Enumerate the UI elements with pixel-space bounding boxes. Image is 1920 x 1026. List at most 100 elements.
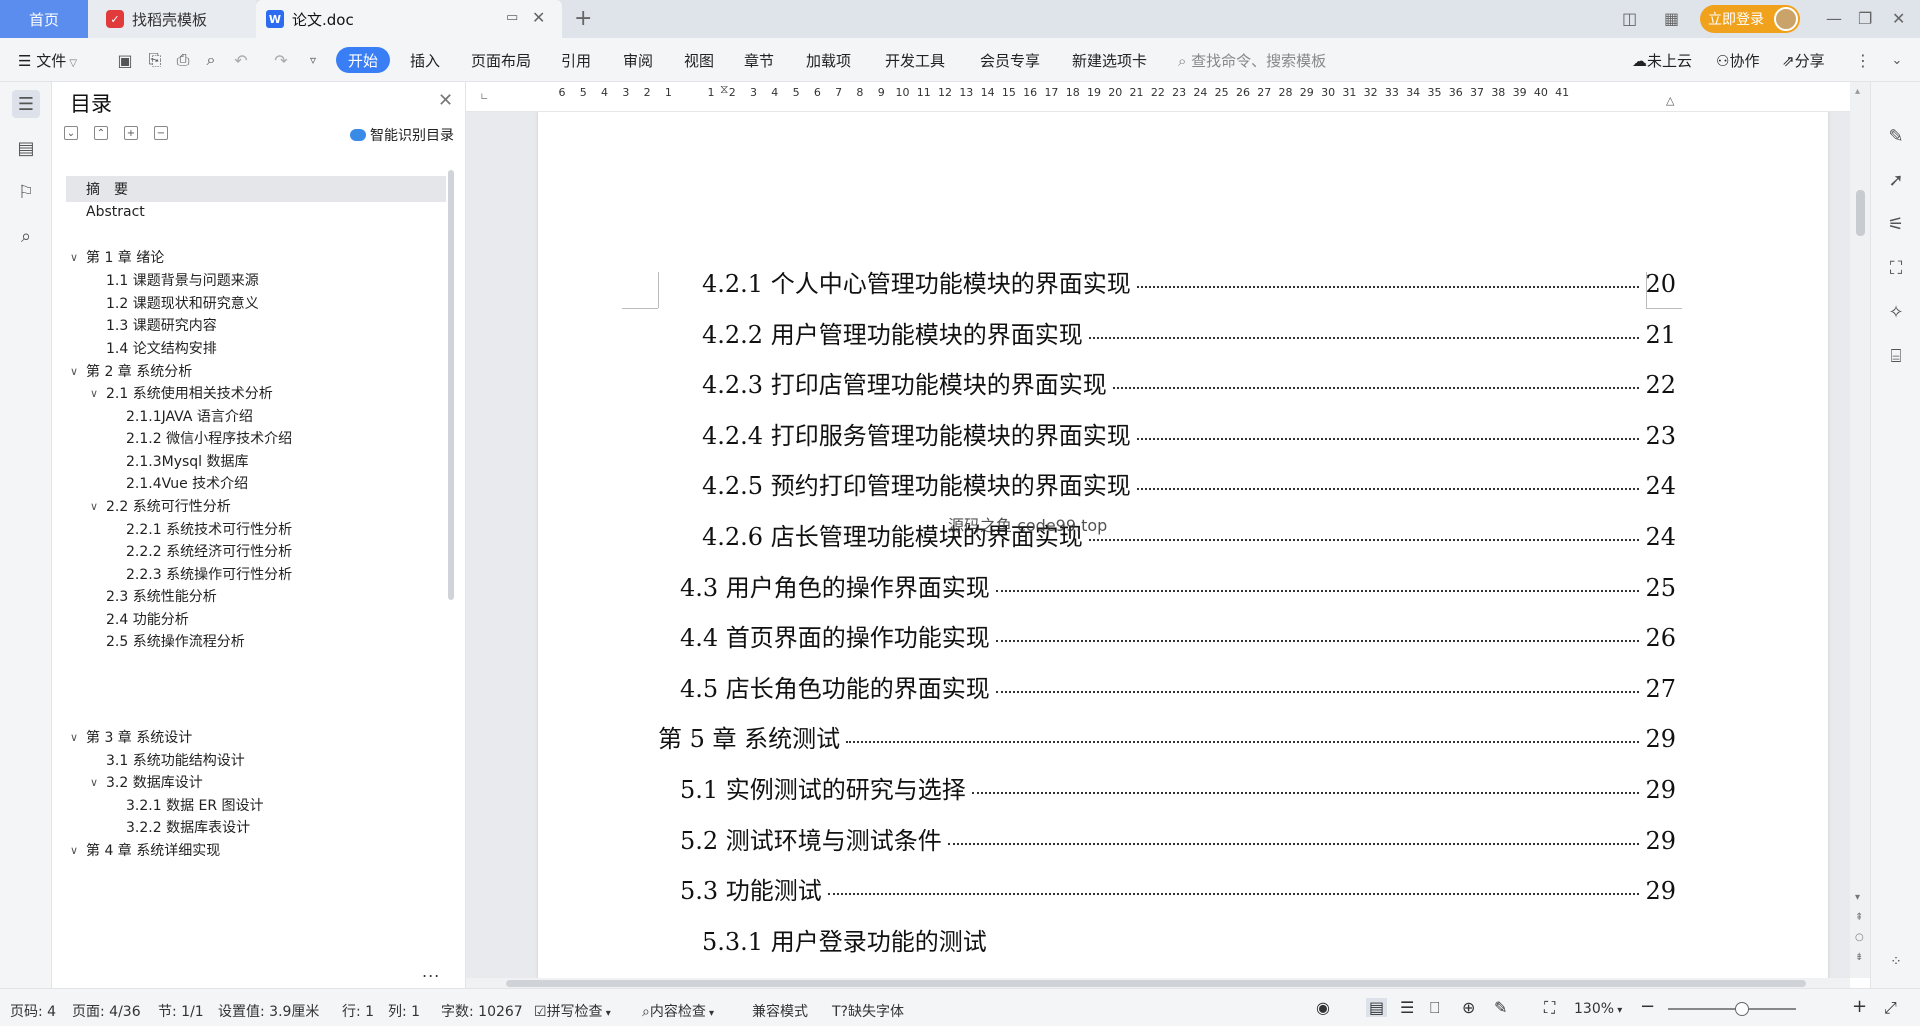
document-page[interactable]: 4.2.1 个人中心管理功能模块的界面实现 20 4.2.2 用户管理功能模块的界面… <box>538 112 1828 978</box>
menu-tab-addins[interactable]: 加载项 <box>806 50 851 71</box>
eye-protection-icon[interactable]: ◉ <box>1316 998 1330 1017</box>
close-window-icon[interactable]: ✕ <box>1892 9 1905 28</box>
menu-tab-review[interactable]: 审阅 <box>623 50 653 71</box>
doc-toc-line[interactable]: 4.5 店长角色功能的界面实现 27 <box>680 669 1676 704</box>
zoom-slider[interactable] <box>1668 1002 1796 1016</box>
bookmark-icon[interactable]: ⚐ <box>12 178 40 206</box>
doc-toc-line[interactable]: 4.3 用户角色的操作界面实现 25 <box>680 568 1676 603</box>
collapse-ribbon-icon[interactable]: ⌄ <box>1886 49 1908 71</box>
cloud-status[interactable]: ☁未上云 <box>1632 50 1692 71</box>
menu-tab-insert[interactable]: 插入 <box>410 50 440 71</box>
smart-toc-button[interactable]: 智能识别目录 <box>350 125 454 145</box>
menu-tab-view[interactable]: 视图 <box>684 50 714 71</box>
login-button[interactable]: 立即登录 <box>1700 5 1800 33</box>
horizontal-ruler[interactable]: ∟ 6 5 4 3 2 1 1 2 3 4 5 6 7 8 9 10 11 12 13 14 15 16 17 18 19 20 2… <box>466 82 1850 112</box>
read-view-icon[interactable]: ⎕ <box>1430 998 1440 1018</box>
select-cursor-icon[interactable]: ➚ <box>1882 166 1910 194</box>
menu-tab-new-tab[interactable]: 新建选项卡 <box>1072 50 1147 71</box>
customize-quick-access-icon[interactable]: ▿ <box>302 49 324 71</box>
menu-tab-start[interactable]: 开始 <box>336 47 390 73</box>
page-view-icon[interactable]: ▤ <box>1366 998 1388 1017</box>
remove-heading-icon[interactable]: − <box>154 126 168 140</box>
doc-toc-line[interactable]: 4.2.4 打印服务管理功能模块的界面实现 23 <box>702 416 1676 451</box>
doc-toc-line[interactable]: 5.2 测试环境与测试条件 29 <box>680 821 1676 856</box>
adjust-icon[interactable]: ⚟ <box>1882 210 1910 238</box>
redo-icon[interactable]: ↷ <box>270 49 292 71</box>
new-tab-icon[interactable]: + <box>574 6 592 31</box>
write-mode-icon[interactable]: ✎ <box>1494 998 1507 1017</box>
export-pdf-icon[interactable]: ⎘ <box>144 49 166 71</box>
horizontal-scrollbar[interactable] <box>466 978 1850 988</box>
doc-toc-line[interactable]: 5.3 功能测试 29 <box>680 871 1676 906</box>
zoom-out-icon[interactable]: − <box>1640 996 1655 1017</box>
expand-all-icon[interactable]: ⌃ <box>94 126 108 140</box>
tab-home[interactable]: 首页 <box>0 0 88 38</box>
chevron-down-icon[interactable]: ∨ <box>86 776 102 789</box>
toc-nav-icon[interactable]: ☰ <box>12 90 40 118</box>
vertical-scroll-thumb[interactable] <box>1856 190 1865 236</box>
doc-toc-line[interactable]: 4.2.2 用户管理功能模块的界面实现 21 <box>702 315 1676 350</box>
print-preview-icon[interactable]: ⌕ <box>200 49 222 71</box>
share-button[interactable]: ⇗分享 <box>1782 50 1825 71</box>
menu-tab-page-layout[interactable]: 页面布局 <box>471 50 531 71</box>
toc-more-button[interactable]: ... <box>422 962 440 981</box>
prev-page-icon[interactable]: ⇞ <box>1855 912 1863 923</box>
doc-toc-line[interactable]: 4.2.3 打印店管理功能模块的界面实现 22 <box>702 365 1676 400</box>
doc-toc-line[interactable]: 5.1 实例测试的研究与选择 29 <box>680 770 1676 805</box>
print-icon[interactable]: ⎙ <box>172 49 194 71</box>
menu-tab-member[interactable]: 会员专享 <box>980 50 1040 71</box>
outline-view-icon[interactable]: ☰ <box>1400 998 1414 1017</box>
toc-item[interactable]: 2.5 系统操作流程分析 <box>66 628 446 654</box>
doc-toc-line[interactable]: 4.4 首页界面的操作功能实现 26 <box>680 618 1676 653</box>
doc-toc-line[interactable]: 4.2.5 预约打印管理功能模块的界面实现 24 <box>702 466 1676 501</box>
more-tools-icon[interactable]: ⁘ <box>1882 948 1910 976</box>
tab-document[interactable]: W 论文.doc ▭ ✕ <box>256 0 562 38</box>
more-options-icon[interactable]: ⋮ <box>1852 49 1874 71</box>
zoom-slider-thumb[interactable] <box>1735 1002 1750 1016</box>
horizontal-scroll-thumb[interactable] <box>506 980 1806 987</box>
find-icon[interactable]: ⌕ <box>12 222 40 250</box>
menu-tab-developer[interactable]: 开发工具 <box>885 50 945 71</box>
pin-icon[interactable]: ▭ <box>506 10 518 25</box>
zoom-in-icon[interactable]: + <box>1852 996 1867 1017</box>
select-browse-icon[interactable]: ○ <box>1855 932 1864 943</box>
chevron-down-icon[interactable]: ∨ <box>86 500 102 513</box>
chevron-down-icon[interactable]: ∨ <box>66 731 82 744</box>
vertical-scrollbar[interactable]: ▴ ▾ ⇞ ○ ⇟ <box>1850 82 1870 978</box>
chevron-down-icon[interactable]: ∨ <box>66 365 82 378</box>
fit-page-icon[interactable]: ⛶ <box>1544 998 1555 1018</box>
file-menu[interactable]: ☰ 文件 ▽ <box>18 50 77 71</box>
read-mode-icon[interactable]: ⌸ <box>1882 342 1910 370</box>
minimize-icon[interactable]: — <box>1826 9 1842 28</box>
next-page-icon[interactable]: ⇟ <box>1855 952 1863 963</box>
collaborate-button[interactable]: ⚇协作 <box>1716 50 1759 71</box>
edit-pen-icon[interactable]: ✎ <box>1882 122 1910 150</box>
save-icon[interactable]: ▣ <box>114 49 136 71</box>
page-count[interactable]: 页面: 4/36 <box>72 1001 141 1021</box>
toc-item[interactable]: ∨ 第 4 章 系统详细实现 <box>66 837 446 863</box>
fullscreen-icon[interactable]: ⤢ <box>1884 998 1897 1018</box>
spell-check[interactable]: ☑拼写检查 ▾ <box>534 1001 611 1021</box>
doc-toc-line[interactable]: 第 5 章 系统测试 29 <box>658 719 1676 754</box>
tab-stop-icon[interactable]: ∟ <box>480 92 488 103</box>
doc-toc-line[interactable]: 5.3.1 用户登录功能的测试 <box>702 922 1676 957</box>
ai-assist-icon[interactable]: ✧ <box>1882 298 1910 326</box>
chapter-nav-icon[interactable]: ▤ <box>12 134 40 162</box>
zoom-level[interactable]: 130% ▾ <box>1574 1001 1622 1017</box>
restore-icon[interactable]: ❐ <box>1858 9 1872 28</box>
menu-tab-references[interactable]: 引用 <box>561 50 591 71</box>
tab-template[interactable]: ✓ 找稻壳模板 <box>88 0 256 38</box>
doc-toc-line[interactable]: 4.2.1 个人中心管理功能模块的界面实现 20 <box>702 264 1676 299</box>
indent-marker-icon[interactable]: ⧖ <box>720 82 728 97</box>
add-heading-icon[interactable]: + <box>124 126 138 140</box>
page-number[interactable]: 页码: 4 <box>10 1001 56 1021</box>
close-tab-icon[interactable]: ✕ <box>532 8 545 27</box>
chevron-down-icon[interactable]: ∨ <box>86 387 102 400</box>
right-indent-icon[interactable]: △ <box>1666 94 1674 107</box>
scroll-down-icon[interactable]: ▾ <box>1855 892 1860 903</box>
missing-font[interactable]: T?缺失字体 <box>832 1001 904 1021</box>
chevron-down-icon[interactable]: ∨ <box>66 251 82 264</box>
toc-item[interactable]: Abstract <box>66 199 446 225</box>
word-count[interactable]: 字数: 10267 <box>441 1001 523 1021</box>
web-view-icon[interactable]: ⊕ <box>1462 998 1475 1017</box>
